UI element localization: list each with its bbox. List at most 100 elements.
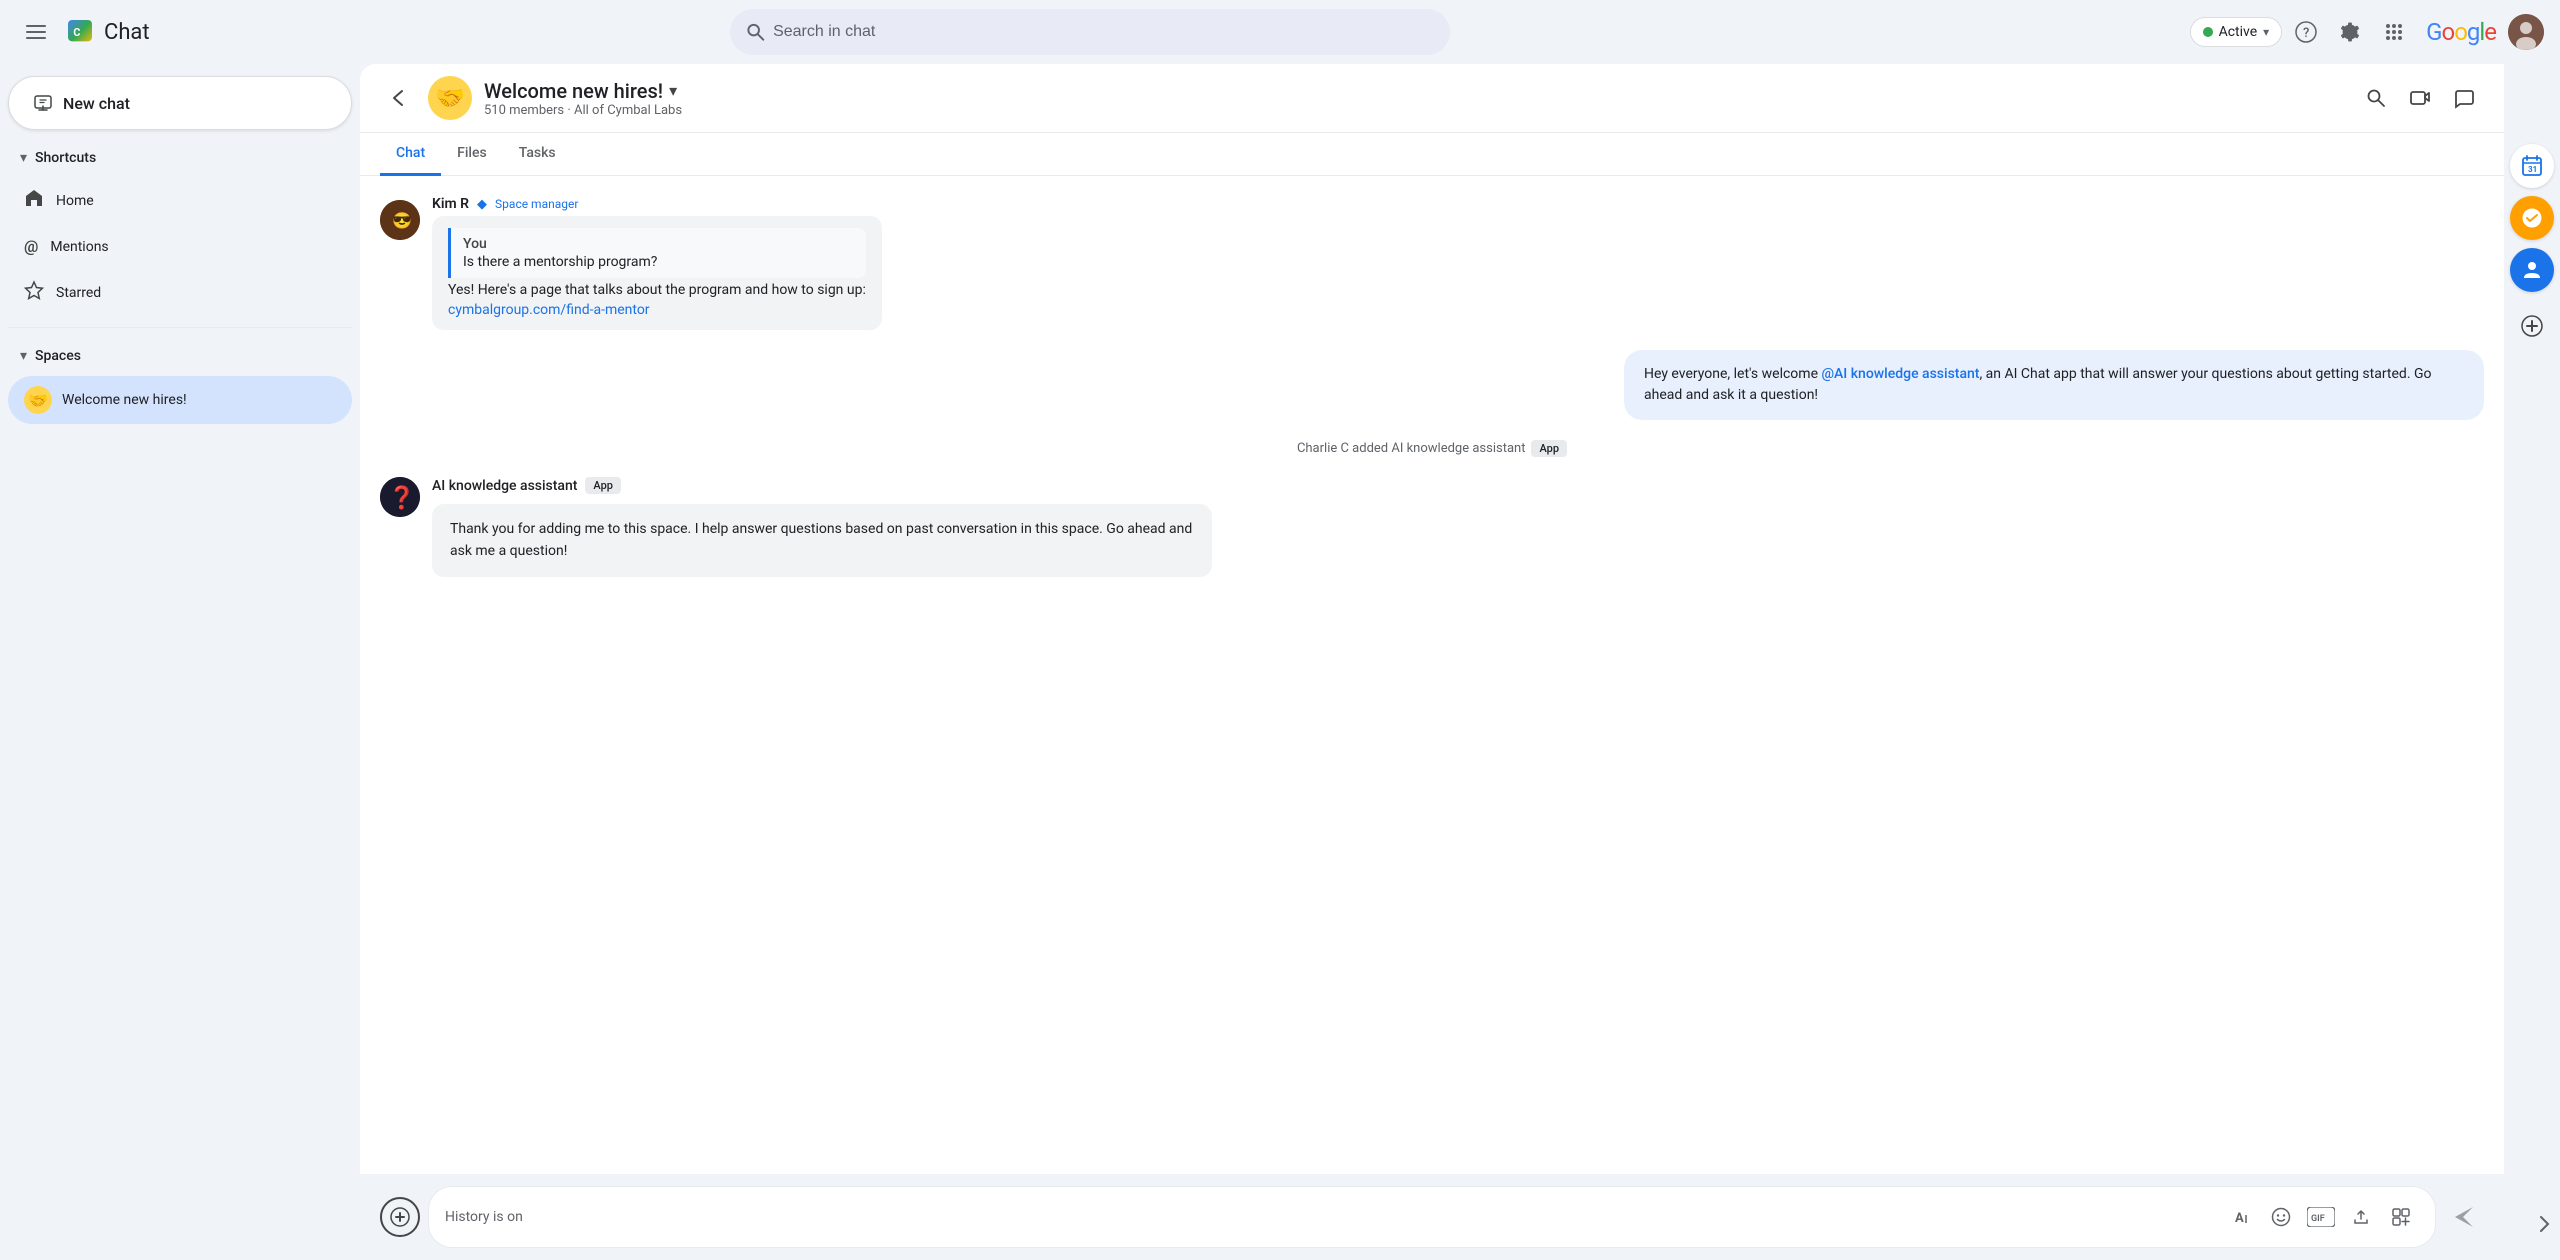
ai-avatar: ❓ [380, 477, 420, 517]
add-panel-button[interactable] [2514, 308, 2550, 344]
right-panel: 31 [2504, 64, 2560, 1260]
status-dot [2203, 27, 2213, 37]
settings-button[interactable] [2330, 12, 2370, 52]
expand-panel-button[interactable] [2532, 1212, 2556, 1240]
new-chat-button[interactable]: New chat [8, 76, 352, 130]
new-chat-icon [33, 93, 53, 113]
system-message: Charlie C added AI knowledge assistant A… [380, 440, 2484, 457]
sidebar-item-starred-label: Starred [56, 285, 101, 301]
sidebar-item-mentions-label: Mentions [50, 239, 108, 255]
send-button[interactable] [2444, 1197, 2484, 1237]
blue-broadcast-message: Hey everyone, let's welcome @AI knowledg… [1624, 350, 2484, 420]
add-content-button[interactable] [380, 1197, 420, 1237]
calendar-panel-button[interactable]: 31 [2510, 144, 2554, 188]
user-avatar[interactable] [2508, 14, 2544, 50]
tab-tasks[interactable]: Tasks [503, 133, 572, 176]
upload-button[interactable] [2343, 1199, 2379, 1235]
search-bar [730, 9, 1450, 55]
search-input[interactable] [773, 23, 1434, 41]
ai-sender-info: AI knowledge assistant App [432, 477, 1212, 494]
svg-text:❓: ❓ [388, 485, 415, 511]
chat-header-info: Welcome new hires! ▾ 510 members · All o… [484, 79, 2344, 118]
ai-message-content: AI knowledge assistant App Thank you for… [432, 477, 1212, 577]
svg-text:GIF: GIF [2311, 1214, 2325, 1224]
apps-grid-button[interactable] [2374, 12, 2414, 52]
ai-sender-name: AI knowledge assistant [432, 478, 577, 494]
sidebar: New chat ▾ Shortcuts Home @ Mentions [0, 64, 360, 1260]
system-msg-text: Charlie C added AI knowledge assistant [1297, 441, 1526, 456]
tab-files[interactable]: Files [441, 133, 503, 176]
shortcuts-section-header[interactable]: ▾ Shortcuts [8, 142, 352, 174]
sidebar-item-mentions[interactable]: @ Mentions [8, 227, 352, 266]
dropdown-arrow-icon[interactable]: ▾ [669, 81, 677, 100]
home-icon [24, 188, 44, 213]
message-input-box[interactable]: History is on A [428, 1186, 2436, 1248]
sidebar-divider [8, 327, 352, 328]
space-manager-badge: Space manager [495, 197, 578, 211]
mentions-icon: @ [24, 237, 38, 256]
sidebar-item-welcome-space[interactable]: 🤝 Welcome new hires! [8, 376, 352, 424]
topbar-left: C Chat [16, 12, 356, 52]
message-group-kim: 😎 Kim R ◆ Space manager You Is there a m… [380, 196, 2484, 330]
kim-message-content: Kim R ◆ Space manager You Is there a men… [432, 196, 882, 330]
space-org: All of Cymbal Labs [574, 103, 682, 118]
chat-header-actions [2356, 78, 2484, 118]
gif-button[interactable]: GIF [2303, 1199, 2339, 1235]
search-input-wrap[interactable] [730, 9, 1450, 55]
chevron-down-icon: ▾ [2263, 25, 2269, 39]
search-icon [746, 22, 765, 42]
sidebar-item-starred[interactable]: Starred [8, 270, 352, 315]
ai-mention: @AI knowledge assistant [1821, 366, 1979, 382]
new-chat-label: New chat [63, 94, 130, 113]
sidebar-space-welcome-label: Welcome new hires! [62, 392, 187, 408]
chevron-shortcuts-icon: ▾ [20, 150, 27, 166]
spaces-section-header[interactable]: ▾ Spaces [8, 340, 352, 372]
reply-text: Yes! Here's a page that talks about the … [448, 282, 866, 298]
ai-bubble: Thank you for adding me to this space. I… [432, 504, 1212, 577]
reply-link[interactable]: cymbalgroup.com/find-a-mentor [448, 302, 866, 318]
help-button[interactable]: ? [2286, 12, 2326, 52]
input-actions: A [2223, 1199, 2419, 1235]
chat-header: 🤝 Welcome new hires! ▾ 510 members · All… [360, 64, 2504, 133]
add-widget-button[interactable] [2383, 1199, 2419, 1235]
kim-sender-info: Kim R ◆ Space manager [432, 196, 882, 212]
text-format-button[interactable]: A [2223, 1199, 2259, 1235]
space-emoji-icon: 🤝 [24, 386, 52, 414]
svg-text:A: A [2235, 1211, 2244, 1226]
app-logo: C Chat [64, 16, 150, 48]
chat-header-emoji: 🤝 [428, 76, 472, 120]
chat-title-text: Welcome new hires! [484, 79, 663, 103]
quoted-by: You [463, 236, 854, 252]
back-button[interactable] [380, 80, 416, 116]
chat-header-sub: 510 members · All of Cymbal Labs [484, 103, 2344, 118]
star-icon [24, 280, 44, 305]
video-call-button[interactable] [2400, 78, 2440, 118]
topbar: C Chat Active ▾ ? [0, 0, 2560, 64]
app-title: Chat [104, 20, 150, 45]
chat-header-title: Welcome new hires! ▾ [484, 79, 2344, 103]
chat-search-button[interactable] [2356, 78, 2396, 118]
svg-text:😎: 😎 [392, 211, 412, 230]
ai-app-badge: App [585, 477, 621, 494]
sidebar-item-home[interactable]: Home [8, 178, 352, 223]
threads-button[interactable] [2444, 78, 2484, 118]
svg-text:C: C [73, 26, 80, 39]
hamburger-menu-button[interactable] [16, 12, 56, 52]
status-button[interactable]: Active ▾ [2190, 17, 2283, 47]
tasks-panel-button[interactable] [2510, 196, 2554, 240]
topbar-right: Active ▾ ? Google [2190, 12, 2544, 52]
system-app-badge: App [1531, 440, 1567, 457]
kim-reply-bubble: You Is there a mentorship program? Yes! … [432, 216, 882, 330]
messages-area: 😎 Kim R ◆ Space manager You Is there a m… [360, 176, 2504, 1174]
members-count: 510 members [484, 103, 564, 118]
chat-tabs: Chat Files Tasks [360, 133, 2504, 176]
contacts-panel-button[interactable] [2510, 248, 2554, 292]
status-label: Active [2219, 24, 2258, 40]
shortcuts-label: Shortcuts [35, 150, 96, 166]
input-placeholder: History is on [445, 1209, 523, 1225]
quoted-text: Is there a mentorship program? [463, 254, 854, 270]
emoji-button[interactable] [2263, 1199, 2299, 1235]
blue-msg-before: Hey everyone, let's welcome [1644, 366, 1821, 382]
tab-chat[interactable]: Chat [380, 133, 441, 176]
message-group-ai: ❓ AI knowledge assistant App Thank you f… [380, 477, 2484, 577]
